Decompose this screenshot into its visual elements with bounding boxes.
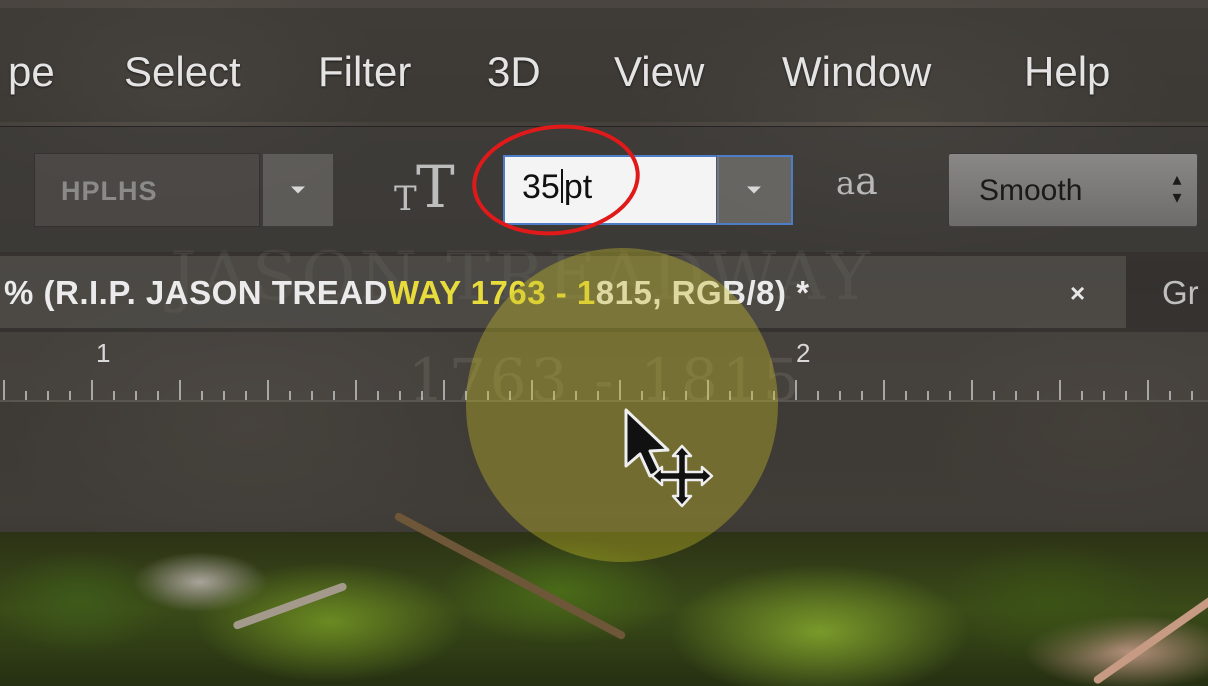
next-document-tab[interactable]: Gr bbox=[1162, 274, 1199, 312]
up-down-arrows-icon: ▴ ▾ bbox=[1172, 169, 1182, 207]
canvas-area[interactable] bbox=[0, 400, 1208, 532]
menu-bar: pe Select Filter 3D View Window Help bbox=[0, 8, 1208, 122]
horizontal-ruler[interactable]: 1 2 bbox=[0, 332, 1208, 402]
photoshop-window: JASON TREADWAY 1763 - 1815 pe Select Fil… bbox=[0, 0, 1208, 686]
menu-type[interactable]: pe bbox=[8, 48, 55, 96]
move-cursor-icon bbox=[624, 408, 714, 508]
menu-select[interactable]: Select bbox=[124, 48, 241, 96]
chevron-down-icon bbox=[291, 186, 305, 194]
font-family-dropdown-button[interactable] bbox=[262, 153, 334, 227]
foliage-photo bbox=[0, 511, 1208, 686]
antialias-icon: aa bbox=[836, 159, 878, 203]
document-tab-title: % (R.I.P. JASON TREADWAY 1763 - 1815, RG… bbox=[4, 274, 810, 311]
document-tab[interactable]: % (R.I.P. JASON TREADWAY 1763 - 1815, RG… bbox=[0, 256, 1126, 328]
menu-view[interactable]: View bbox=[614, 48, 704, 96]
close-tab-icon[interactable]: × bbox=[1070, 278, 1085, 309]
ruler-mark-1: 1 bbox=[96, 338, 111, 368]
antialias-value: Smooth bbox=[979, 174, 1083, 207]
font-family-value: HPLHS bbox=[61, 176, 158, 206]
antialias-select[interactable]: Smooth ▴ ▾ bbox=[948, 153, 1198, 227]
font-size-dropdown-button[interactable] bbox=[716, 155, 793, 225]
ruler-mark-2: 2 bbox=[796, 338, 811, 368]
ruler-ticks bbox=[3, 380, 1193, 400]
document-tab-strip: % (R.I.P. JASON TREADWAY 1763 - 1815, RG… bbox=[0, 252, 1208, 332]
chevron-down-icon bbox=[747, 186, 761, 194]
menu-filter[interactable]: Filter bbox=[318, 48, 411, 96]
menu-3d[interactable]: 3D bbox=[487, 48, 541, 96]
font-family-field[interactable]: HPLHS bbox=[34, 153, 260, 227]
menu-help[interactable]: Help bbox=[1024, 48, 1110, 96]
font-size-icon: TT bbox=[394, 153, 455, 221]
menu-window[interactable]: Window bbox=[782, 48, 931, 96]
